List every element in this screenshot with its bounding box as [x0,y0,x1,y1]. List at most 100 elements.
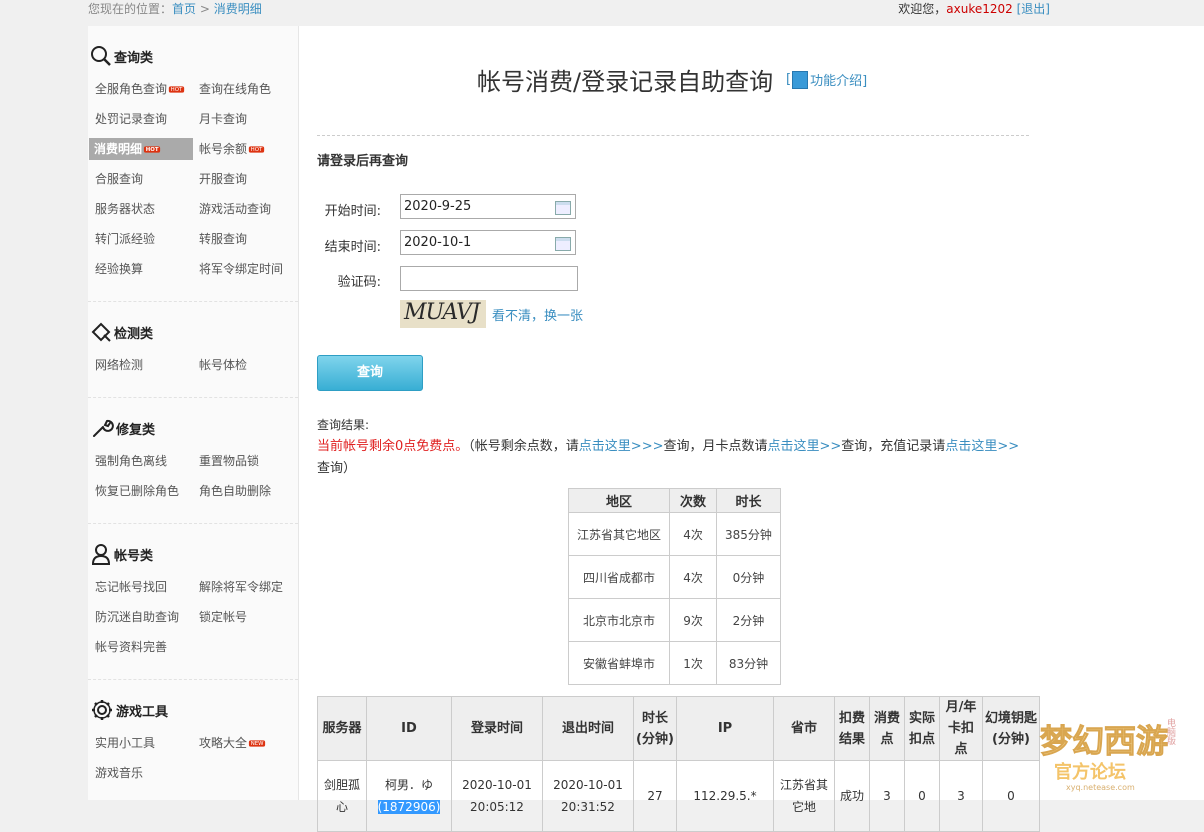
sidebar-item-tools[interactable]: 实用小工具 [95,732,155,754]
captcha-input[interactable] [400,266,578,291]
sidebar-item-network-check[interactable]: 网络检测 [95,354,143,376]
sidebar-item-online-roles[interactable]: 查询在线角色 [199,78,271,100]
divider [317,135,1029,136]
column-header: 时长 [716,488,781,513]
watermark-sub: 官方论坛 [1054,761,1126,783]
page-title: 帐号消费/登录记录自助查询 [477,68,774,96]
sidebar-item-guides[interactable]: 攻略大全 NEW [199,732,266,754]
table-cell: 0 [982,760,1040,832]
balance-link[interactable]: 点击这里>>> [579,439,664,454]
table-cell: 安徽省蚌埠市 [567,641,671,685]
captcha-label: 验证码: [337,275,381,290]
column-header: 登录时间 [451,696,543,761]
query-button[interactable]: 查询 [317,355,423,391]
column-header: IP [676,696,774,761]
recharge-link[interactable]: 点击这里>> [945,439,1019,454]
table-cell: 2分钟 [716,598,781,642]
sidebar-item-balance[interactable]: 帐号余额 HOT [199,138,265,160]
breadcrumb: 您现在的位置：首页 > 消费明细 [88,2,262,16]
gear-icon [92,700,112,720]
column-header: 月/年卡扣点 [939,696,983,761]
sidebar-item-lock-account[interactable]: 锁定帐号 [199,606,247,628]
sidebar-item-complete-profile[interactable]: 帐号资料完善 [95,636,167,658]
sidebar-item-account-check[interactable]: 帐号体检 [199,354,247,376]
divider [88,523,298,524]
sidebar-item-exp-convert[interactable]: 经验换算 [95,258,143,280]
top-bar: 您现在的位置：首页 > 消费明细 欢迎您，axuke1202 [退出] [0,0,1204,20]
start-time-label: 开始时间: [324,204,381,219]
column-header: 消费点 [869,696,905,761]
search-icon [91,46,111,66]
monthly-link[interactable]: 点击这里>> [768,439,842,454]
table-row: 北京市北京市 9次 2分钟 [567,598,781,642]
column-header: 实际扣点 [904,696,940,761]
breadcrumb-home-link[interactable]: 首页 [172,2,196,16]
divider [88,301,298,302]
sidebar-item-monthly-card[interactable]: 月卡查询 [199,108,247,130]
breadcrumb-current[interactable]: 消费明细 [214,2,262,16]
table-cell: 2020-10-01 20:31:52 [542,760,634,832]
table-cell: 成功 [834,760,870,832]
table-cell: 2020-10-01 20:05:12 [451,760,543,832]
sidebar-item-transfer-server[interactable]: 转服查询 [199,228,247,250]
captcha-refresh-link[interactable]: 看不清，换一张 [492,305,583,324]
table-header-row: 服务器 ID 登录时间 退出时间 时长(分钟) IP 省市 扣费结果 消费点 实… [317,696,1040,761]
logout-link[interactable]: [退出] [1017,2,1050,16]
sidebar-item-delete-role[interactable]: 角色自助删除 [199,480,271,502]
sidebar-item-music[interactable]: 游戏音乐 [95,762,143,784]
table-cell: 北京市北京市 [567,598,671,642]
selected-id-text: (1872906) [377,800,441,814]
column-header: 地区 [567,488,671,513]
captcha-image[interactable]: MUAVJ [400,300,486,328]
diamond-tool-icon [91,322,111,342]
username: axuke1202 [946,2,1013,16]
table-cell: 27 [633,760,677,832]
sidebar-item-transfer-exp[interactable]: 转门派经验 [95,228,155,250]
start-time-input[interactable]: 2020-9-25 [400,194,576,219]
sidebar-item-recover-account[interactable]: 忘记帐号找回 [95,576,167,598]
calendar-icon[interactable] [555,237,571,251]
login-record-table: 服务器 ID 登录时间 退出时间 时长(分钟) IP 省市 扣费结果 消费点 实… [317,696,1040,832]
hot-badge: HOT [168,86,185,93]
function-intro-link[interactable]: [功能介绍] [786,70,867,89]
table-row: 安徽省蚌埠市 1次 83分钟 [567,641,781,685]
table-cell: 3 [869,760,905,832]
result-summary: 当前帐号剩余0点免费点。（帐号剩余点数，请点击这里>>>查询，月卡点数请点击这里… [317,439,1020,476]
sidebar-item-server-status[interactable]: 服务器状态 [95,198,155,220]
end-time-input[interactable]: 2020-10-1 [400,230,576,255]
sidebar: 查询类 全服角色查询 HOT 查询在线角色 处罚记录查询 月卡查询 消费明细 HOT… [88,26,299,800]
divider [88,397,298,398]
sidebar-item-reset-lock[interactable]: 重置物品锁 [199,450,259,472]
forum-watermark-logo: 梦幻西游 官方论坛 电脑版 xyq.netease.com [1036,712,1186,792]
sidebar-item-open-server[interactable]: 开服查询 [199,168,247,190]
section-tools-title: 游戏工具 [90,698,168,722]
sidebar-item-restore-role[interactable]: 恢复已删除角色 [95,480,179,502]
sidebar-item-merge[interactable]: 合服查询 [95,168,143,190]
table-cell: 83分钟 [716,641,781,685]
table-cell: 4次 [669,555,718,599]
table-cell: 3 [939,760,983,832]
column-header: 扣费结果 [834,696,870,761]
section-account-title: 帐号类 [90,542,153,566]
table-row: 江苏省其它地区 4次 385分钟 [567,512,781,556]
column-header: 时长(分钟) [633,696,677,761]
sidebar-item-unbind-token[interactable]: 解除将军令绑定 [199,576,283,598]
table-cell: 0 [904,760,940,832]
sidebar-item-force-offline[interactable]: 强制角色离线 [95,450,167,472]
watermark-url: xyq.netease.com [1066,783,1135,792]
sidebar-item-all-roles[interactable]: 全服角色查询 HOT [95,78,185,100]
column-header: 省市 [773,696,835,761]
book-icon [792,70,809,89]
watermark-badge: 电脑版 [1165,717,1176,746]
sidebar-item-penalty[interactable]: 处罚记录查询 [95,108,167,130]
sidebar-item-activity[interactable]: 游戏活动查询 [199,198,271,220]
table-row: 四川省成都市 4次 0分钟 [567,555,781,599]
table-cell: 0分钟 [716,555,781,599]
column-header: 次数 [669,488,718,513]
sidebar-item-consumption[interactable]: 消费明细 HOT [89,138,193,160]
divider [88,679,298,680]
calendar-icon[interactable] [555,201,571,215]
sidebar-item-anti-addiction[interactable]: 防沉迷自助查询 [95,606,179,628]
sidebar-item-token-bind[interactable]: 将军令绑定时间 [199,258,283,280]
column-header: 服务器 [317,696,367,761]
